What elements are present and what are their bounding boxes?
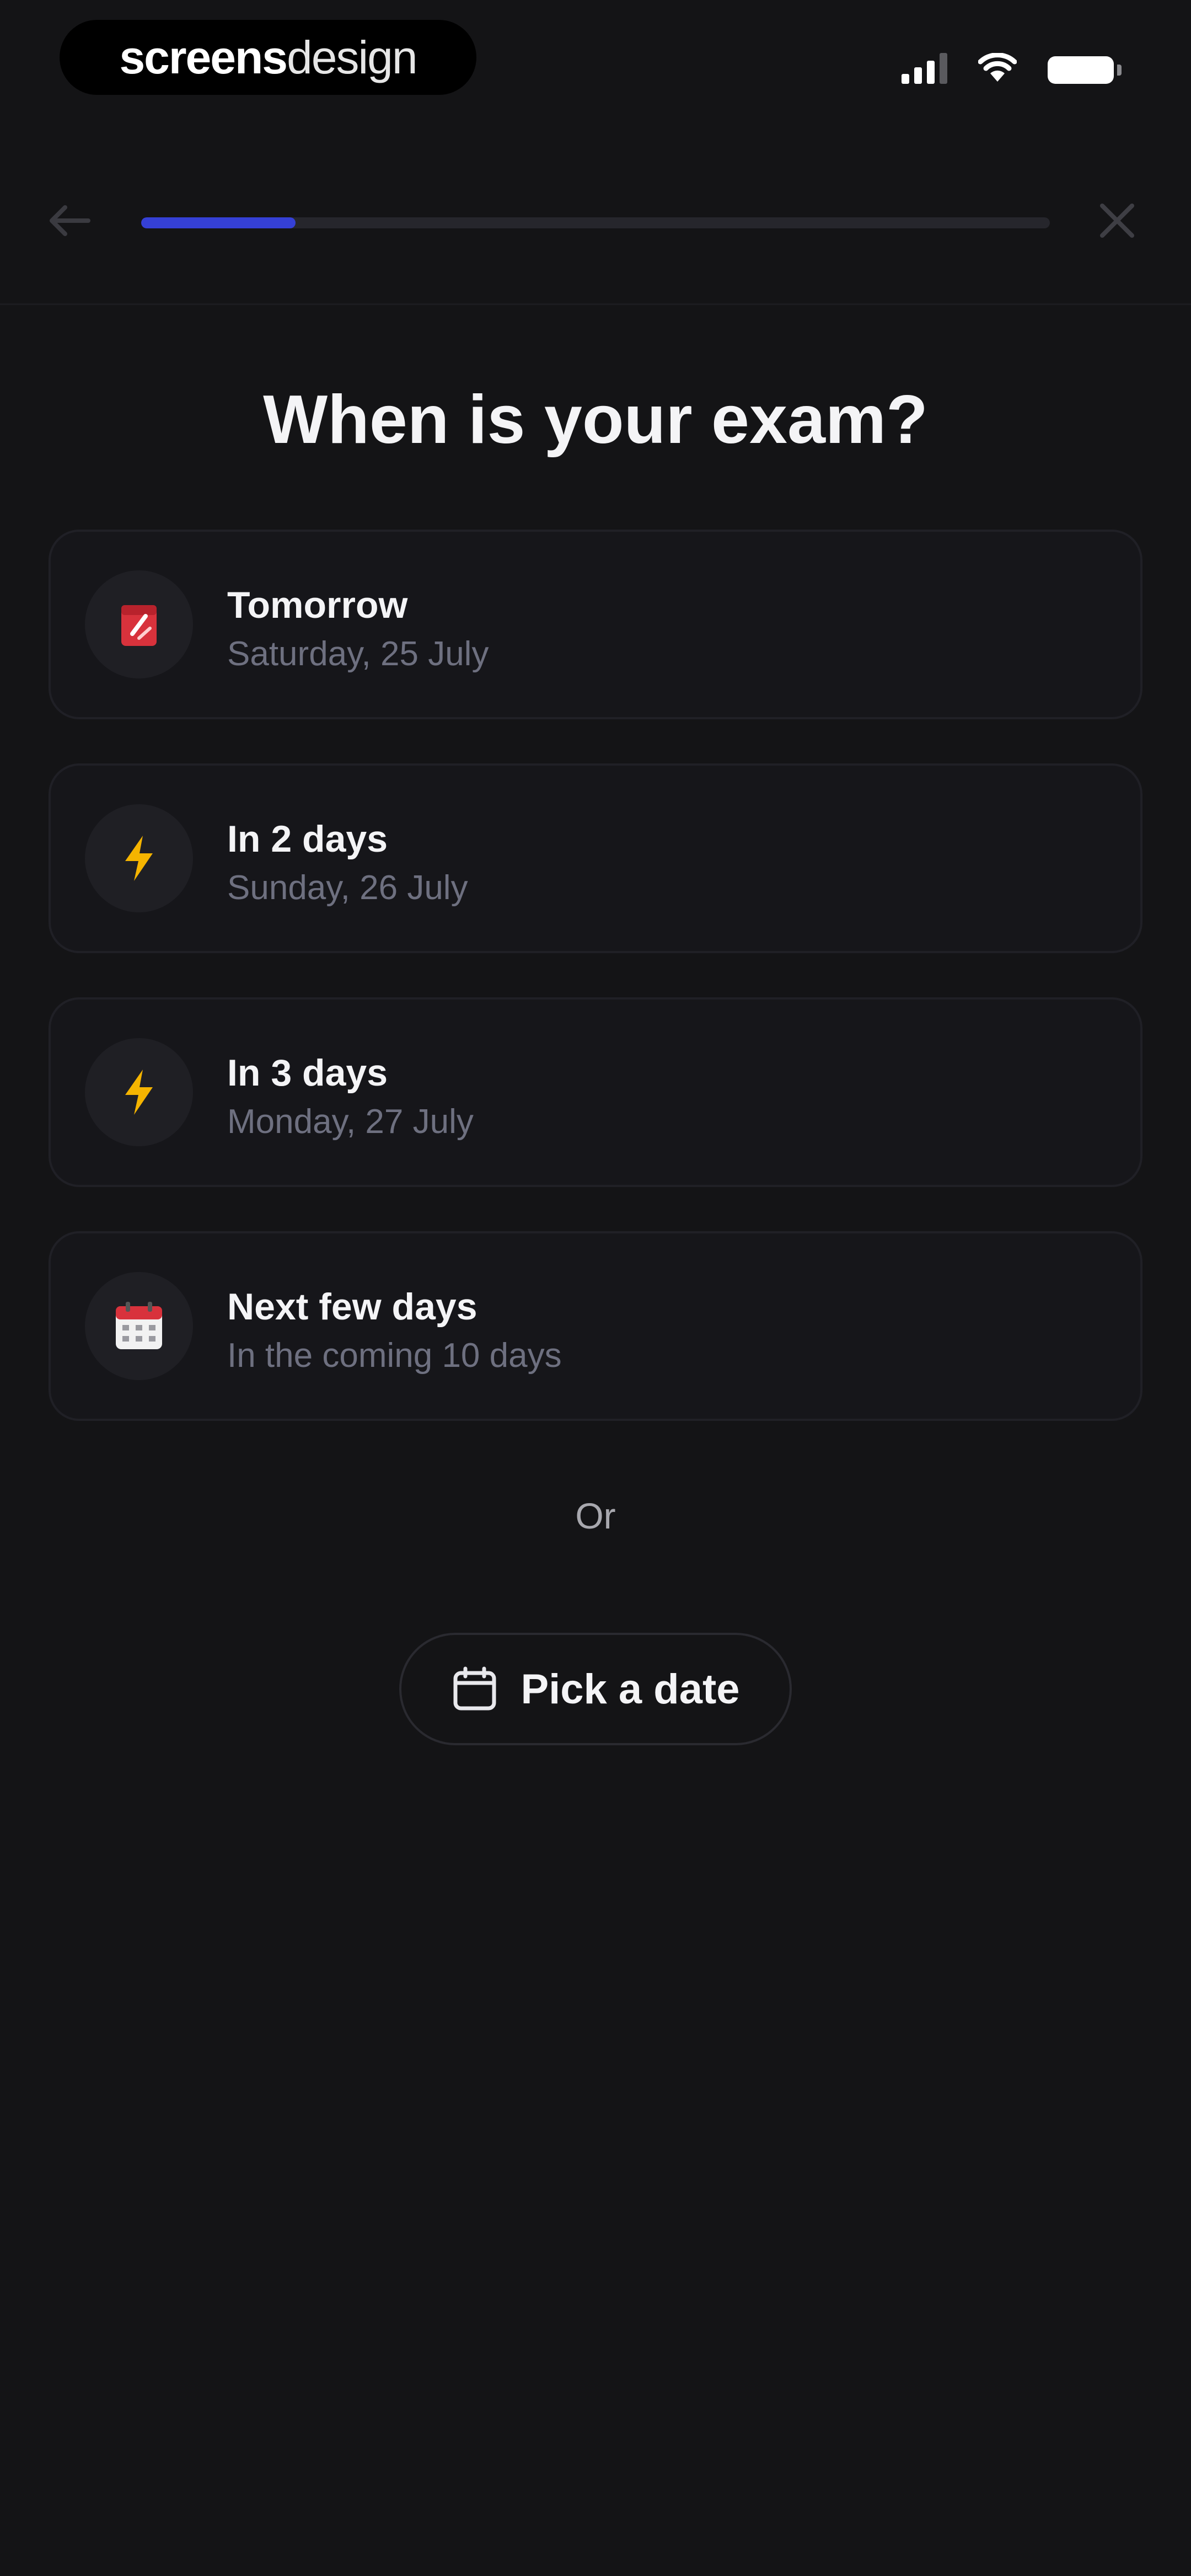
pick-a-date-label: Pick a date — [521, 1665, 740, 1713]
option-tomorrow[interactable]: Tomorrow Saturday, 25 July — [49, 530, 1142, 719]
option-icon-circle — [85, 570, 193, 678]
cellular-signal-icon — [902, 53, 947, 84]
option-subtitle: In the coming 10 days — [227, 1337, 562, 1375]
arrow-left-icon — [50, 205, 90, 236]
page-title: When is your exam? — [263, 382, 928, 458]
option-icon-circle — [85, 1272, 193, 1380]
battery-icon — [1048, 56, 1122, 84]
back-button[interactable] — [42, 193, 97, 248]
exam-date-options: Tomorrow Saturday, 25 July In 2 days Sun… — [49, 530, 1142, 1465]
option-in-3-days[interactable]: In 3 days Monday, 27 July — [49, 997, 1142, 1187]
option-title: In 3 days — [227, 1052, 388, 1094]
progress-bar — [141, 217, 1050, 228]
calendar-outline-icon — [453, 1666, 496, 1711]
nav-bar — [0, 177, 1191, 265]
or-divider-label: Or — [575, 1495, 616, 1536]
calendar-icon — [116, 1302, 162, 1349]
option-title: In 2 days — [227, 818, 388, 860]
brand-bold: screens — [119, 31, 288, 83]
pick-a-date-button[interactable]: Pick a date — [399, 1633, 792, 1745]
exam-date-screen: screens design When is your exam? Tomorr… — [0, 0, 1191, 2576]
option-subtitle: Saturday, 25 July — [227, 635, 489, 673]
option-icon-circle — [85, 1038, 193, 1146]
lightning-icon — [125, 836, 153, 881]
close-button[interactable] — [1090, 193, 1145, 248]
option-in-2-days[interactable]: In 2 days Sunday, 26 July — [49, 763, 1142, 953]
lightning-icon — [125, 1070, 153, 1115]
option-title: Tomorrow — [227, 584, 408, 626]
brand-light: design — [287, 31, 418, 83]
option-next-few-days[interactable]: Next few days In the coming 10 days — [49, 1231, 1142, 1421]
wifi-icon — [978, 53, 1017, 82]
option-subtitle: Sunday, 26 July — [227, 869, 468, 907]
brand-watermark: screens design — [60, 20, 476, 95]
option-icon-circle — [85, 804, 193, 912]
tear-off-calendar-icon — [121, 605, 157, 646]
progress-fill — [141, 217, 296, 228]
nav-divider — [0, 303, 1191, 305]
option-subtitle: Monday, 27 July — [227, 1103, 474, 1141]
close-icon — [1100, 204, 1134, 238]
option-title: Next few days — [227, 1286, 478, 1328]
status-icons — [902, 53, 1122, 84]
status-bar: screens design — [0, 0, 1191, 121]
